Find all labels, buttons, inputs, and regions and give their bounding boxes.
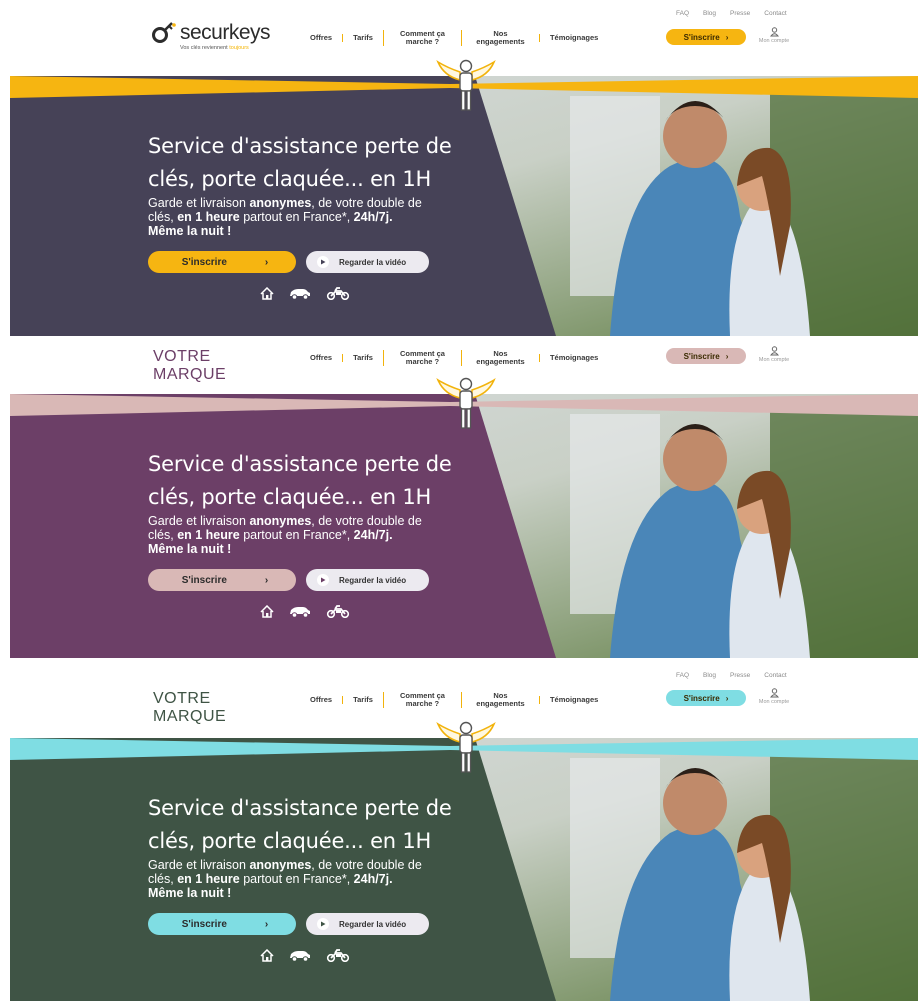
- faq-link[interactable]: FAQ: [676, 672, 689, 679]
- hero-banner: Service d'assistance perte de clés, porte…: [10, 394, 918, 658]
- nav-nos-engagements[interactable]: Nos engagements: [460, 30, 539, 46]
- car-icon: [290, 951, 310, 962]
- nav-comment-ca-marche[interactable]: Comment ça marche ?: [382, 350, 461, 366]
- hero-signup-button[interactable]: S'inscrire ›: [148, 569, 296, 591]
- nav-offres[interactable]: Offres: [310, 696, 342, 704]
- nav-temoignages[interactable]: Témoignages: [538, 696, 608, 704]
- motorbike-icon: [326, 605, 350, 618]
- my-account-link[interactable]: Mon compte: [752, 346, 796, 363]
- hero-signup-button[interactable]: S'inscrire ›: [148, 251, 296, 273]
- chevron-right-icon: ›: [264, 918, 269, 930]
- chevron-right-icon: ›: [725, 351, 729, 361]
- hero-subtitle: Garde et livraison anonymes, de votre do…: [148, 514, 422, 556]
- watch-video-button[interactable]: Regarder la vidéo: [306, 251, 429, 273]
- contact-link[interactable]: Contact: [764, 672, 786, 679]
- hero-content: Service d'assistance perte de clés, porte…: [148, 448, 468, 618]
- user-icon: [769, 27, 779, 37]
- hero-banner: Service d'assistance perte de clés, porte…: [10, 76, 918, 336]
- watch-video-button[interactable]: Regarder la vidéo: [306, 913, 429, 935]
- chevron-right-icon: ›: [725, 32, 729, 42]
- hero-content: Service d'assistance perte de clés, porte…: [148, 792, 468, 962]
- nav-tarifs[interactable]: Tarifs: [342, 354, 383, 362]
- home-icon: [260, 287, 274, 300]
- brand-purple-panel: VOTRE MARQUE Offres Tarifs Comment ça mar…: [0, 336, 918, 658]
- user-icon: [769, 688, 779, 698]
- hero-subtitle: Garde et livraison anonymes, de votre do…: [148, 858, 422, 900]
- motorbike-icon: [326, 287, 350, 300]
- car-icon: [290, 289, 310, 300]
- my-account-link[interactable]: Mon compte: [752, 688, 796, 705]
- header-signup-button[interactable]: S'inscrire ›: [666, 690, 746, 706]
- securkeys-panel: FAQ Blog Presse Contact securkeys Vos cl…: [0, 0, 918, 336]
- top-utility-nav: FAQ Blog Presse Contact: [676, 672, 787, 679]
- logo-tagline: Vos clés reviennent toujours: [180, 45, 249, 51]
- logo-wordmark: securkeys: [180, 21, 271, 44]
- hero-title: Service d'assistance perte de clés, porte…: [148, 134, 452, 191]
- nav-nos-engagements[interactable]: Nos engagements: [460, 350, 539, 366]
- nav-tarifs[interactable]: Tarifs: [342, 34, 383, 42]
- blog-link[interactable]: Blog: [703, 10, 716, 17]
- chevron-right-icon: ›: [264, 256, 269, 268]
- watch-video-button[interactable]: Regarder la vidéo: [306, 569, 429, 591]
- header-signup-button[interactable]: S'inscrire ›: [666, 348, 746, 364]
- main-nav: Offres Tarifs Comment ça marche ? Nos en…: [310, 30, 608, 46]
- angel-mascot-icon: [436, 377, 496, 429]
- chevron-right-icon: ›: [725, 693, 729, 703]
- nav-tarifs[interactable]: Tarifs: [342, 696, 383, 704]
- nav-temoignages[interactable]: Témoignages: [538, 34, 608, 42]
- header-signup-button[interactable]: S'inscrire ›: [666, 29, 746, 45]
- press-link[interactable]: Presse: [730, 10, 750, 17]
- hero-subtitle: Garde et livraison anonymes, de votre do…: [148, 196, 422, 238]
- nav-nos-engagements[interactable]: Nos engagements: [460, 692, 539, 708]
- home-icon: [260, 605, 274, 618]
- play-icon: [317, 574, 329, 586]
- brand-logo[interactable]: VOTRE MARQUE: [153, 690, 226, 726]
- motorbike-icon: [326, 949, 350, 962]
- blog-link[interactable]: Blog: [703, 672, 716, 679]
- nav-offres[interactable]: Offres: [310, 34, 342, 42]
- play-icon: [317, 256, 329, 268]
- car-icon: [290, 607, 310, 618]
- user-icon: [769, 346, 779, 356]
- hero-signup-button[interactable]: S'inscrire ›: [148, 913, 296, 935]
- brand-logo[interactable]: VOTRE MARQUE: [153, 348, 226, 384]
- top-utility-nav: FAQ Blog Presse Contact: [676, 10, 787, 17]
- nav-temoignages[interactable]: Témoignages: [538, 354, 608, 362]
- nav-comment-ca-marche[interactable]: Comment ça marche ?: [382, 30, 461, 46]
- contact-link[interactable]: Contact: [764, 10, 786, 17]
- faq-link[interactable]: FAQ: [676, 10, 689, 17]
- brand-green-panel: FAQ Blog Presse Contact VOTRE MARQUE Offr…: [0, 668, 918, 1001]
- main-nav: Offres Tarifs Comment ça marche ? Nos en…: [310, 692, 608, 708]
- securkeys-logo[interactable]: securkeys Vos clés reviennent toujours: [150, 21, 271, 51]
- chevron-right-icon: ›: [264, 574, 269, 586]
- hero-banner: Service d'assistance perte de clés, porte…: [10, 738, 918, 1001]
- play-icon: [317, 918, 329, 930]
- nav-offres[interactable]: Offres: [310, 354, 342, 362]
- key-logo-icon: [152, 22, 176, 43]
- main-nav: Offres Tarifs Comment ça marche ? Nos en…: [310, 350, 608, 366]
- press-link[interactable]: Presse: [730, 672, 750, 679]
- angel-mascot-icon: [436, 59, 496, 111]
- nav-comment-ca-marche[interactable]: Comment ça marche ?: [382, 692, 461, 708]
- hero-title: Service d'assistance perte de clés, porte…: [148, 452, 452, 509]
- hero-title: Service d'assistance perte de clés, porte…: [148, 796, 452, 853]
- angel-mascot-icon: [436, 721, 496, 773]
- hero-content: Service d'assistance perte de clés, porte…: [148, 130, 468, 300]
- home-icon: [260, 949, 274, 962]
- my-account-link[interactable]: Mon compte: [752, 27, 796, 44]
